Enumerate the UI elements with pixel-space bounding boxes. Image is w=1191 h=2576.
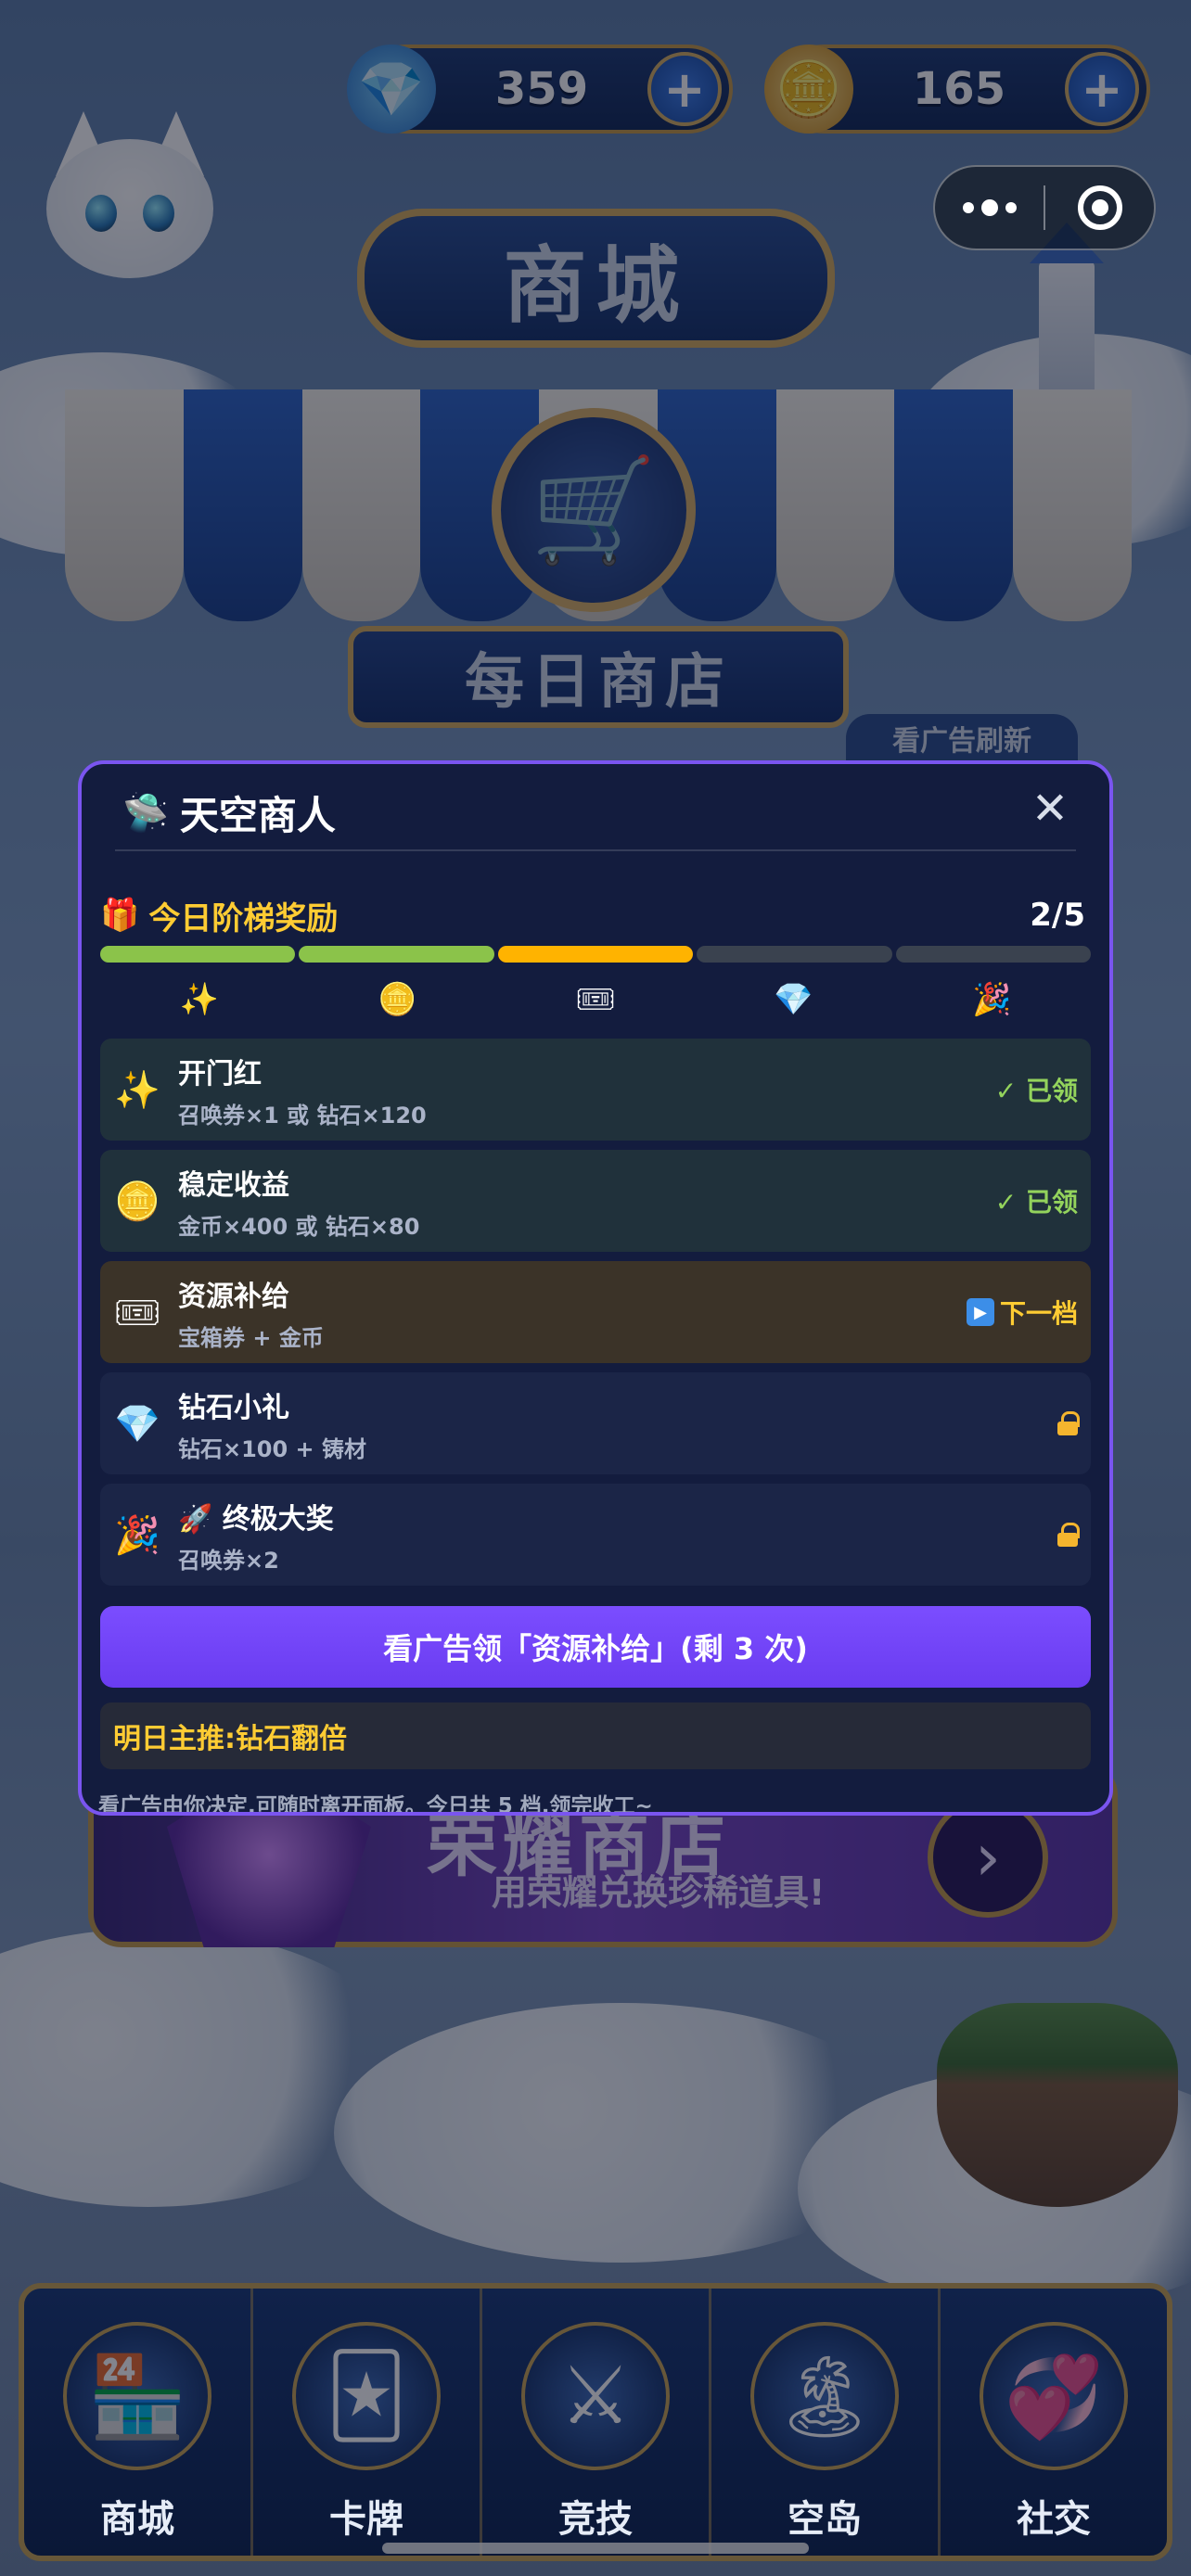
sky-merchant-panel: 🛸 天空商人 ✕ 🎁 今日阶梯奖励 2/5 ✨ 🪙 🎟 💎 🎉 ✨ 开门红 召唤… [78, 760, 1113, 1816]
next-tier-label: 下一档 [999, 1298, 1078, 1329]
diamond-icon: 💎 [114, 1402, 160, 1446]
tier-row-4: 💎 钻石小礼 钻石×100 + 铸材 [100, 1372, 1091, 1474]
tier-name: 钻石小礼 [178, 1391, 289, 1424]
tier-name: 🚀 终极大奖 [178, 1502, 334, 1536]
panel-title: 🛸 天空商人 [122, 784, 336, 841]
lock-icon [1057, 1411, 1080, 1435]
tier-row-5: 🎉 🚀 终极大奖 召唤券×2 [100, 1484, 1091, 1586]
panel-footnote: 看广告由你决定,可随时离开面板。今日共 5 档,领完收工~ [98, 1794, 653, 1816]
panel-header: 🛸 天空商人 ✕ [82, 764, 1109, 853]
lock-icon [1057, 1523, 1080, 1547]
tier-name: 开门红 [178, 1057, 262, 1090]
coin-icon: 🪙 [114, 1180, 160, 1223]
miniprogram-capsule [933, 165, 1156, 250]
tier-icon-row: ✨ 🪙 🎟 💎 🎉 [100, 974, 1091, 1026]
panel-title-text: 天空商人 [179, 793, 336, 838]
tier-reward: 召唤券×1 或 钻石×120 [178, 1102, 427, 1129]
claimed-badge: ✓ 已领 [994, 1076, 1078, 1106]
ladder-title-text: 今日阶梯奖励 [148, 899, 339, 937]
diamond-icon: 💎 [774, 981, 813, 1018]
progress-segment-claimed [299, 946, 494, 963]
ladder-header: 🎁 今日阶梯奖励 2/5 [100, 892, 1091, 938]
tier-reward: 钻石×100 + 铸材 [178, 1435, 367, 1462]
tier-reward: 金币×400 或 钻石×80 [178, 1213, 420, 1240]
coin-icon: 🪙 [378, 981, 417, 1018]
tier-name: 稳定收益 [178, 1168, 289, 1202]
tier-reward: 宝箱券 + 金币 [178, 1324, 324, 1351]
next-tier-badge: ▶ 下一档 [966, 1294, 1078, 1331]
sparkles-icon: ✨ [179, 981, 219, 1018]
tier-row-2: 🪙 稳定收益 金币×400 或 钻石×80 ✓ 已领 [100, 1150, 1091, 1252]
exit-miniprogram-icon[interactable] [1045, 185, 1154, 230]
more-options-icon[interactable] [935, 199, 1044, 216]
nav-label: 竞技 [558, 2498, 633, 2541]
ticket-icon: 🎟 [575, 981, 616, 1018]
watch-ad-claim-button[interactable]: 看广告领「资源补给」(剩 3 次) [100, 1606, 1091, 1688]
nav-label: 商城 [100, 2498, 174, 2541]
ticket-icon: 🎟 [113, 1291, 161, 1334]
nav-label: 卡牌 [329, 2498, 403, 2541]
close-icon[interactable]: ✕ [1022, 781, 1078, 836]
tomorrow-feature: 明日主推:钻石翻倍 [100, 1702, 1091, 1769]
play-icon: ▶ [966, 1298, 994, 1326]
ladder-progress-count: 2/5 [1030, 897, 1085, 934]
header-divider [115, 849, 1076, 851]
tier-row-3-current[interactable]: 🎟 资源补给 宝箱券 + 金币 ▶ 下一档 [100, 1261, 1091, 1363]
progress-segment-locked [697, 946, 892, 963]
party-popper-icon: 🎉 [114, 1513, 160, 1557]
tier-name: 资源补给 [178, 1280, 289, 1313]
gift-icon: 🎁 [100, 897, 140, 934]
ufo-icon: 🛸 [122, 792, 169, 835]
progress-segment-claimed [100, 946, 296, 963]
nav-label: 空岛 [788, 2498, 862, 2541]
sparkles-icon: ✨ [114, 1068, 160, 1112]
progress-segment-locked [895, 946, 1092, 963]
ladder-title: 🎁 今日阶梯奖励 [100, 893, 338, 938]
nav-label: 社交 [1017, 2498, 1091, 2541]
progress-segment-current [497, 946, 694, 963]
claimed-badge: ✓ 已领 [994, 1187, 1078, 1218]
tier-row-1: ✨ 开门红 召唤券×1 或 钻石×120 ✓ 已领 [100, 1039, 1091, 1141]
ladder-progress-bar [100, 946, 1092, 963]
tier-list: ✨ 开门红 召唤券×1 或 钻石×120 ✓ 已领 🪙 稳定收益 金币×400 … [100, 1039, 1091, 1595]
tier-reward: 召唤券×2 [178, 1547, 279, 1574]
party-popper-icon: 🎉 [972, 981, 1012, 1018]
